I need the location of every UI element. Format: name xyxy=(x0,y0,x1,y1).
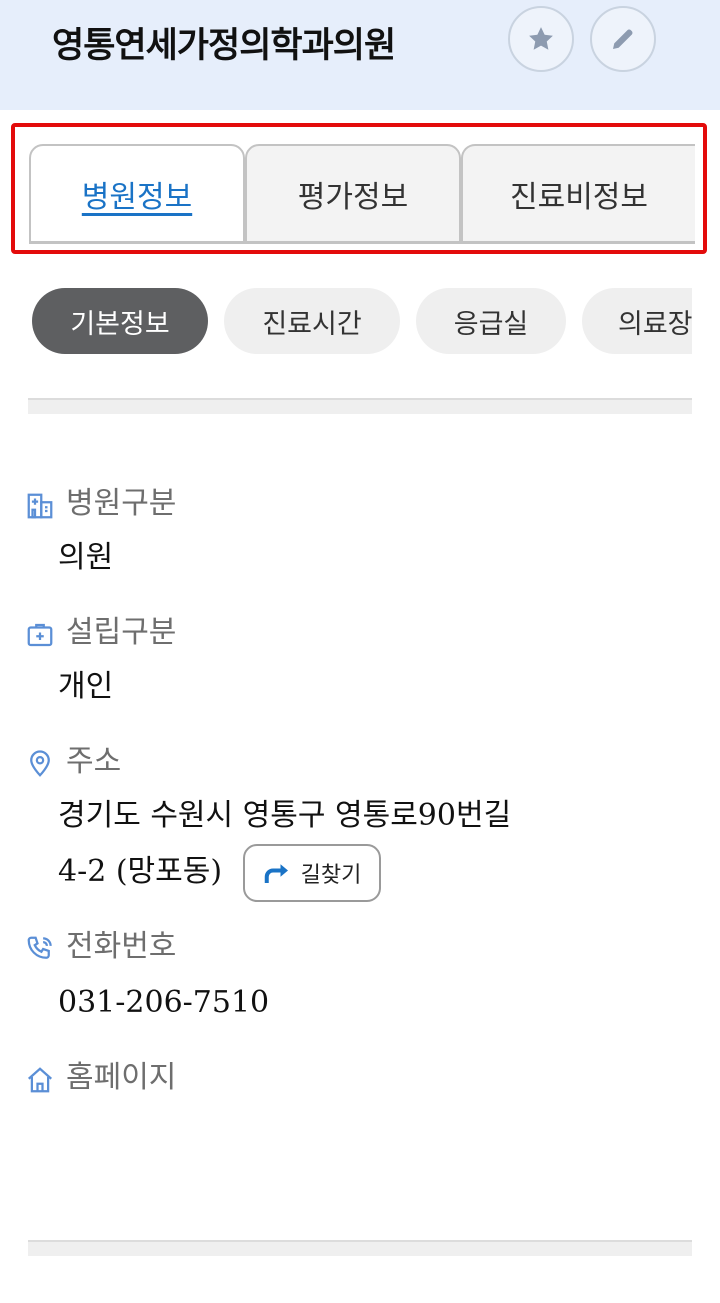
hospital-building-icon xyxy=(24,490,56,522)
section-divider xyxy=(28,1240,692,1256)
favorite-button[interactable] xyxy=(508,6,574,72)
chip-emergency[interactable]: 응급실 xyxy=(416,288,566,354)
tab-cost-info[interactable]: 진료비정보 xyxy=(461,144,695,244)
homepage-label: 홈페이지 xyxy=(66,1060,177,1095)
location-pin-icon xyxy=(24,748,56,780)
phone-label: 전화번호 xyxy=(66,929,177,964)
tab-evaluation-info[interactable]: 평가정보 xyxy=(245,144,461,244)
header-bar: 영통연세가정의학과의원 xyxy=(0,0,720,110)
edit-button[interactable] xyxy=(590,6,656,72)
tab-label: 병원정보 xyxy=(81,180,193,215)
chip-basic-info[interactable]: 기본정보 xyxy=(32,288,208,354)
tab-bar-highlight: 병원정보 평가정보 진료비정보 xyxy=(11,123,707,254)
medical-kit-icon xyxy=(24,619,56,651)
tab-label: 평가정보 xyxy=(297,180,409,215)
tab-hospital-info[interactable]: 병원정보 xyxy=(29,144,245,244)
phone-icon xyxy=(24,933,56,965)
address-line2: 4-2 (망포동) xyxy=(58,854,223,889)
section-divider xyxy=(28,398,692,414)
page-title: 영통연세가정의학과의원 xyxy=(52,26,396,66)
directions-button[interactable]: 길찾기 xyxy=(243,844,381,902)
directions-label: 길찾기 xyxy=(300,863,362,888)
home-icon xyxy=(24,1064,56,1096)
category-value: 의원 xyxy=(58,540,114,575)
address-label: 주소 xyxy=(66,744,122,779)
tab-baseline xyxy=(29,241,695,243)
chip-hours[interactable]: 진료시간 xyxy=(224,288,400,354)
pencil-icon xyxy=(613,29,633,49)
phone-value[interactable]: 031-206-7510 xyxy=(58,983,269,1023)
subtab-chips: 기본정보 진료시간 응급실 의료장 xyxy=(32,288,692,356)
establishment-value: 개인 xyxy=(58,669,114,704)
star-icon xyxy=(529,27,553,50)
turn-right-arrow-icon xyxy=(264,864,288,883)
establishment-label: 설립구분 xyxy=(66,615,177,650)
chip-medical-equipment[interactable]: 의료장 xyxy=(582,288,692,354)
address-line1: 경기도 수원시 영통구 영통로90번길 xyxy=(58,798,512,833)
category-label: 병원구분 xyxy=(66,486,177,521)
tab-label: 진료비정보 xyxy=(510,180,648,215)
